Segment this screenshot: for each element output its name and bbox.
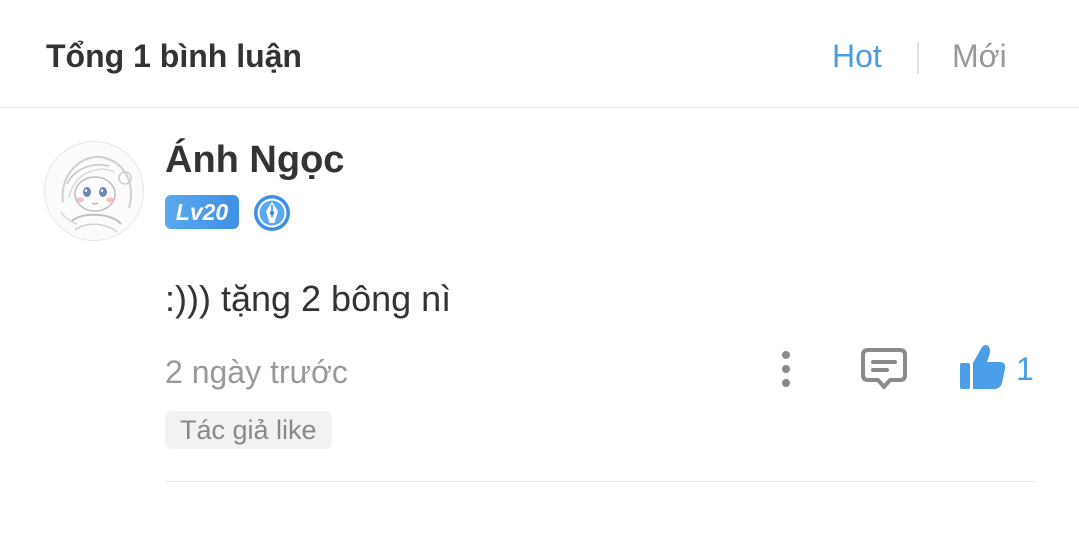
thumbs-up-icon (960, 345, 1006, 389)
sort-hot-tab[interactable]: Hot (832, 36, 882, 76)
comments-count-title: Tổng 1 bình luận (46, 38, 302, 74)
avatar[interactable] (44, 141, 144, 241)
sort-divider (917, 42, 919, 74)
comment-timestamp: 2 ngày trước (165, 354, 348, 390)
like-count: 1 (1016, 351, 1034, 387)
like-button[interactable]: 1 (958, 343, 1038, 393)
comments-header: Tổng 1 bình luận Hot Mới (0, 0, 1079, 108)
user-level-badge: Lv20 (165, 195, 239, 229)
author-pen-badge-icon (253, 194, 291, 232)
comment-bubble-icon (861, 348, 907, 389)
more-options-button[interactable] (770, 347, 802, 391)
comment-divider (165, 481, 1036, 482)
comment-text: :))) tặng 2 bông nì (165, 278, 452, 319)
avatar-illustration-icon (45, 142, 143, 240)
vertical-dots-icon (782, 351, 790, 387)
author-liked-tag: Tác giả like (165, 411, 332, 449)
reply-button[interactable] (860, 346, 908, 392)
comment-username[interactable]: Ánh Ngọc (165, 138, 344, 182)
sort-new-tab[interactable]: Mới (952, 36, 1007, 76)
